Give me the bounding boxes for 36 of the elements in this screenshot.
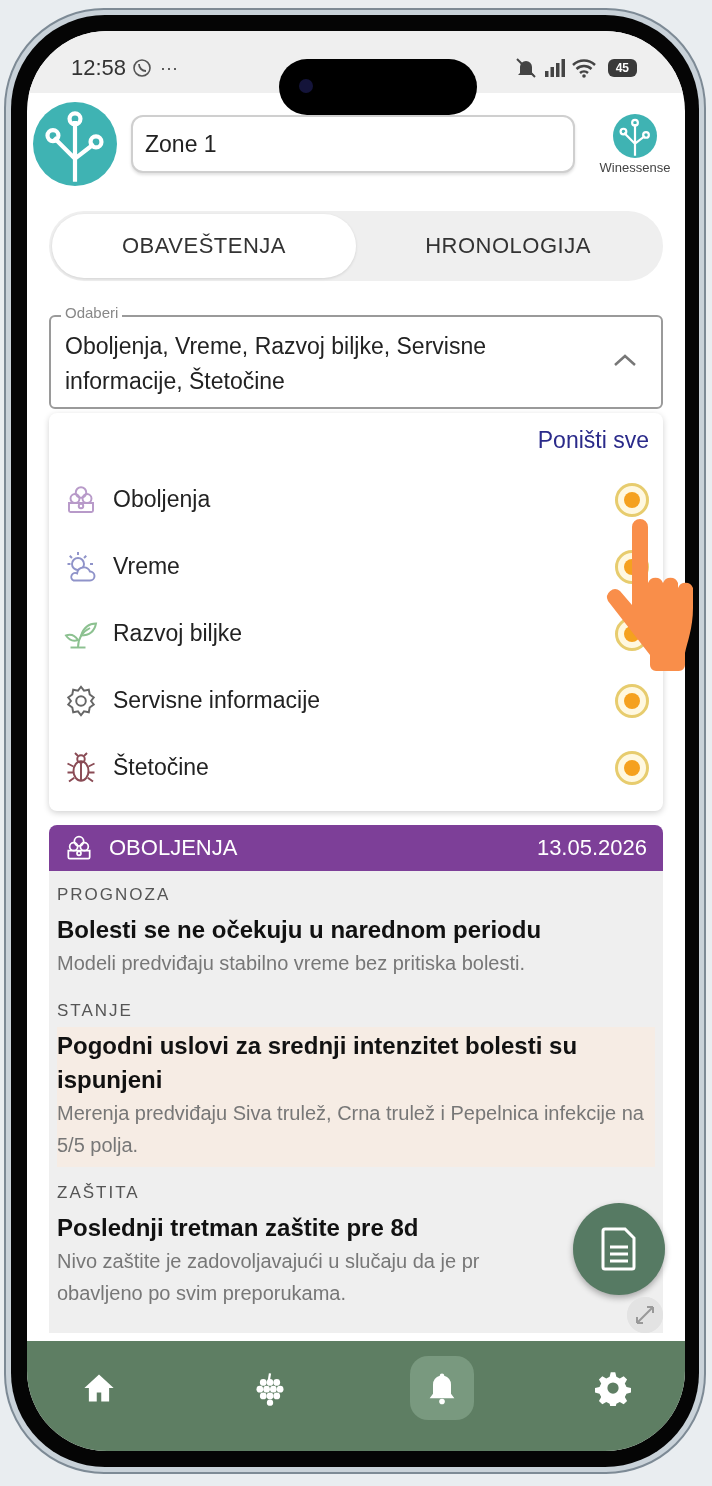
section-label: STANJE [57, 1000, 134, 1022]
section-text: obavljeno po svim preporukama. [57, 1281, 347, 1306]
card-date: 13.05.2026 [536, 835, 647, 861]
section-text: Nivo zaštite je zadovoljavajući u slučaju da je pr [57, 1249, 480, 1274]
muted-bell-icon [513, 57, 538, 79]
option-label[interactable]: Servisne informacije [113, 687, 601, 714]
section-text: Modeli predviđaju stabilno vreme bez pritiska bolesti. [57, 951, 525, 976]
option-label[interactable]: Oboljenja [113, 486, 601, 513]
section-title: Bolesti se ne očekuju u narednom periodu [57, 915, 543, 945]
tab[interactable]: OBAVEŠTENJA [52, 214, 356, 278]
document-icon [600, 1227, 638, 1271]
settings-icon [595, 1370, 631, 1406]
zone-field[interactable]: Zone 1 [131, 115, 575, 173]
tab[interactable]: HRONOLOGIJA [356, 214, 660, 278]
chat-phone-icon [132, 58, 153, 78]
card-title: OBOLJENJA [109, 835, 239, 861]
section-label: ZAŠTITA [57, 1182, 141, 1204]
clear-all-link[interactable]: Poništi sve [537, 425, 649, 456]
radio-button[interactable] [615, 750, 649, 785]
radio-button[interactable] [615, 683, 649, 718]
section-title: Pogodni uslovi za srednji intenzitet bolesti su ispunjeni [57, 1031, 579, 1095]
battery-level: 45 [607, 59, 637, 77]
more-indicator: ··· [160, 57, 179, 79]
option-label[interactable]: Razvoj biljke [113, 620, 601, 647]
wifi-icon [571, 58, 596, 78]
nav-button[interactable] [409, 1356, 474, 1420]
radio-button[interactable] [615, 482, 649, 517]
option-label[interactable]: Vreme [113, 553, 601, 580]
brand-logo [613, 113, 657, 158]
brand-name: Winessense [599, 159, 671, 175]
section-title: Poslednji tretman zaštite pre 8d [57, 1213, 420, 1243]
section-text: Merenja predviđaju Siva trulež, Crna trulež i Pepelnica infekcije na 5/5 polja. [57, 1101, 645, 1158]
signal-icon [543, 58, 566, 78]
status-time: 12:58 [71, 55, 127, 81]
option-label[interactable]: Štetočine [113, 754, 601, 781]
section-label: PROGNOZA [57, 884, 172, 906]
